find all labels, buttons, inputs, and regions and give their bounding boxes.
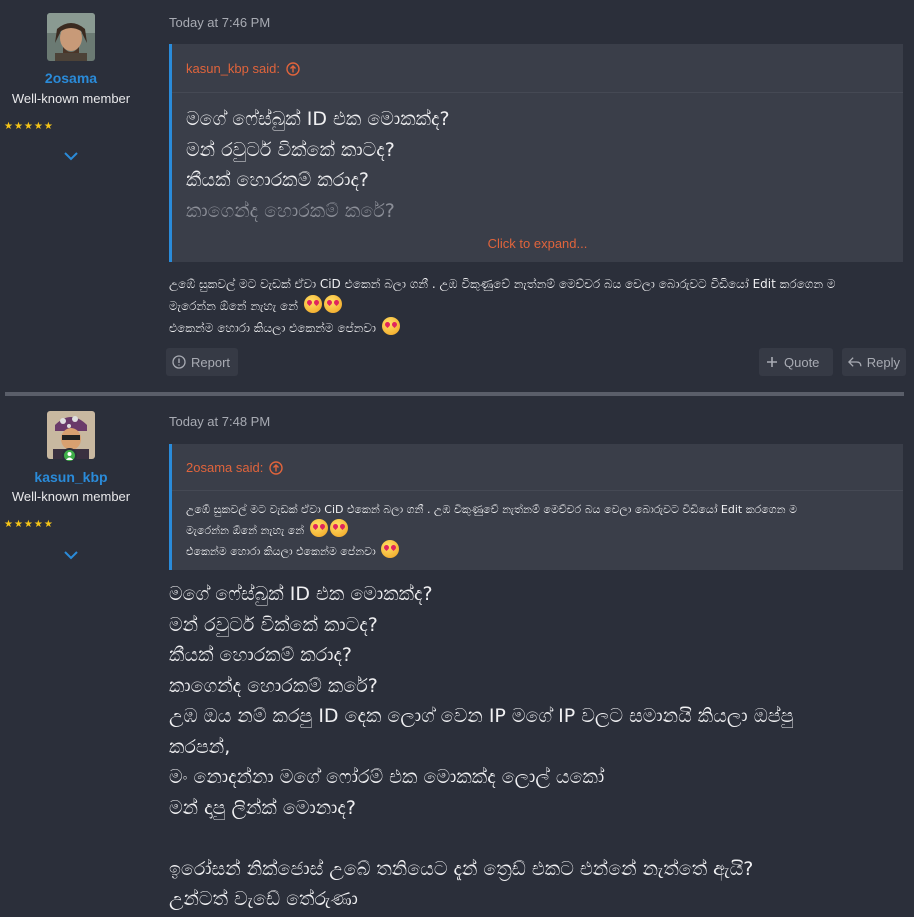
quote-label: Quote <box>784 354 820 370</box>
message-line: මන් දාපු ලින්ක් මොනාද? <box>169 796 356 819</box>
quote-line: කාගෙන්ද හොරකම් කරේ? <box>186 199 395 222</box>
reply-button[interactable]: Reply <box>842 348 906 376</box>
star-struck-emoji-icon <box>381 317 400 335</box>
post-message: උඹේ සුකවල් මට වැඩක් ඒවා CiD එකෙන් බලා ගන… <box>169 274 899 339</box>
message-line: ඉරෝසන් නික්ජොස් උබේ තනියෙට දැන් ත්‍රෙඩ් … <box>169 857 754 880</box>
quote-content: උඹේ සුකවල් මට වැඩක් ඒවා CiD එකෙන් බලා ගන… <box>186 500 889 561</box>
message-line: මැරෙන්න ඕනේ නැහැ නේ <box>169 299 298 313</box>
reply-arrow-icon <box>848 357 862 367</box>
arrow-up-circle-icon[interactable] <box>269 461 283 475</box>
chevron-down-icon[interactable] <box>63 150 79 162</box>
message-line: මන් රවුටර් වික්කේ කාටද? <box>169 613 378 636</box>
star-struck-emoji-icon <box>381 540 400 558</box>
report-button[interactable]: Report <box>166 348 238 376</box>
post-divider <box>5 392 904 396</box>
post-message: මගේ ෆේස්බුක් ID එක මොකක්ද? මන් රවුටර් වි… <box>169 579 899 915</box>
quote-button[interactable]: Quote <box>759 348 833 376</box>
message-line: කීයක් හොරකම් කරාද? <box>169 644 352 666</box>
info-circle-icon <box>172 355 186 369</box>
expand-link[interactable]: Click to expand... <box>172 236 903 251</box>
quote-header[interactable]: kasun_kbp said: <box>172 44 903 92</box>
quote-line: එකෙන්ම හොරා කියලා එකෙන්ම පේනවා <box>186 545 376 558</box>
avatar[interactable] <box>47 13 95 61</box>
user-title: Well-known member <box>11 91 131 106</box>
message-line: මගේ ෆේස්බුක් ID එක මොකක්ද? <box>169 583 433 605</box>
online-status-icon <box>62 448 77 463</box>
quote-separator <box>172 92 903 93</box>
reply-label: Reply <box>866 354 900 370</box>
username[interactable]: kasun_kbp <box>0 469 142 485</box>
quote-content: මගේ ෆේස්බුක් ID එක මොකක්ද? මන් රවුටර් වි… <box>186 104 889 226</box>
star-struck-emoji-icon <box>323 295 342 313</box>
quote-block: kasun_kbp said: මගේ ෆේස්බුක් ID එක මොකක්… <box>169 44 903 262</box>
message-line: උඹේ සුකවල් මට වැඩක් ඒවා CiD එකෙන් බලා ගන… <box>169 277 836 291</box>
quote-author[interactable]: kasun_kbp said: <box>186 61 280 76</box>
star-struck-emoji-icon <box>309 519 328 537</box>
star-struck-emoji-icon <box>329 519 348 537</box>
user-rating-stars: ★★★★★ <box>4 519 54 530</box>
post-timestamp[interactable]: Today at 7:48 PM <box>169 414 270 429</box>
quote-line: මැරෙන්න ඕනේ නැහැ නේ <box>186 524 305 537</box>
star-struck-emoji-icon <box>303 295 322 313</box>
message-line: කාගෙන්ද හොරකම් කරේ? <box>169 674 378 697</box>
arrow-up-circle-icon[interactable] <box>286 62 300 76</box>
plus-icon <box>767 357 777 367</box>
post-1: 2osama Well-known member ★★★★★ Today at … <box>0 0 914 392</box>
message-line: මං නොදන්නා මගේ ෆෝරම් එක මොකක්ද ලොල් යකෝ <box>169 766 605 788</box>
message-line: උන්ටත් වැඩේ තේරුණා <box>169 888 358 910</box>
quote-separator <box>172 490 903 491</box>
quote-header[interactable]: 2osama said: <box>172 444 903 490</box>
user-rating-stars: ★★★★★ <box>4 121 54 132</box>
message-line: එකෙන්ම හොරා කියලා එකෙන්ම පේනවා <box>169 321 376 335</box>
quote-line: කීයක් හොරකම් කරාද? <box>186 169 369 191</box>
chevron-down-icon[interactable] <box>63 549 79 561</box>
post-2: kasun_kbp Well-known member ★★★★★ Today … <box>0 398 914 917</box>
message-line: උඹ ඔය නම් කරපු ID දෙක ලොග් වෙන IP මගේ IP… <box>169 705 794 727</box>
quote-line: මන් රවුටර් වික්කේ කාටද? <box>186 138 395 161</box>
report-label: Report <box>191 354 231 370</box>
quote-line: මගේ ෆේස්බුක් ID එක මොකක්ද? <box>186 108 450 130</box>
post-timestamp[interactable]: Today at 7:46 PM <box>169 15 270 30</box>
quote-line: උඹේ සුකවල් මට වැඩක් ඒවා CiD එකෙන් බලා ගන… <box>186 503 798 516</box>
quote-block: 2osama said: උඹේ සුකවල් මට වැඩක් ඒවා CiD… <box>169 444 903 570</box>
username[interactable]: 2osama <box>0 70 142 86</box>
user-title: Well-known member <box>11 489 131 504</box>
quote-author[interactable]: 2osama said: <box>186 460 263 475</box>
message-line: කරපන්, <box>169 735 231 758</box>
